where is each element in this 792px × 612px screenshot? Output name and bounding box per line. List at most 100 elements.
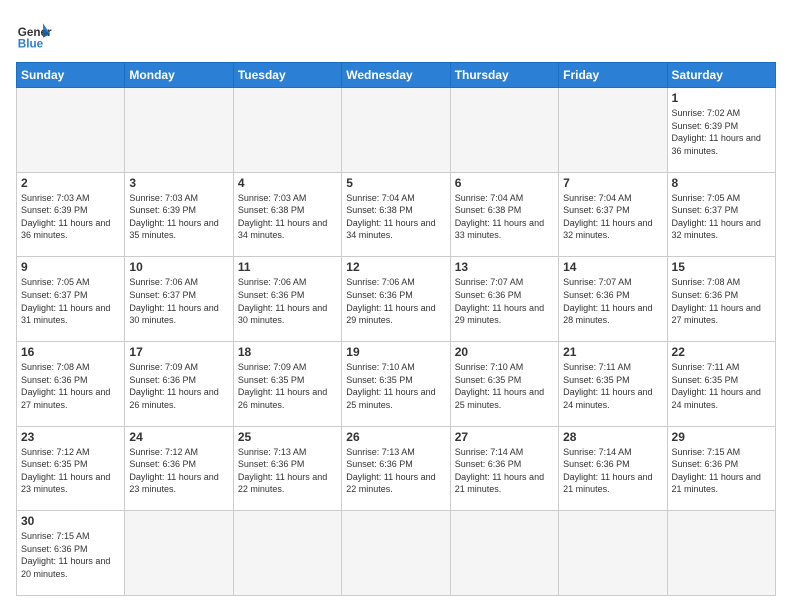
day-number: 23 [21, 430, 120, 444]
day-number: 21 [563, 345, 662, 359]
calendar-week-row: 2Sunrise: 7:03 AMSunset: 6:39 PMDaylight… [17, 172, 776, 257]
cell-info: Sunrise: 7:08 AMSunset: 6:36 PMDaylight:… [21, 361, 120, 411]
calendar-cell: 17Sunrise: 7:09 AMSunset: 6:36 PMDayligh… [125, 341, 233, 426]
day-number: 29 [672, 430, 771, 444]
cell-info: Sunrise: 7:11 AMSunset: 6:35 PMDaylight:… [563, 361, 662, 411]
cell-info: Sunrise: 7:09 AMSunset: 6:36 PMDaylight:… [129, 361, 228, 411]
calendar-cell: 13 Sunrise: 7:07 AMSunset: 6:36 PMDayligh… [450, 257, 558, 342]
calendar-cell [559, 88, 667, 173]
cell-info: Sunrise: 7:06 AMSunset: 6:36 PMDaylight:… [346, 276, 445, 326]
calendar-cell [559, 511, 667, 596]
cell-info: Sunrise: 7:09 AMSunset: 6:35 PMDaylight:… [238, 361, 337, 411]
cell-info: Sunrise: 7:08 AMSunset: 6:36 PMDaylight:… [672, 276, 771, 326]
calendar-cell [450, 88, 558, 173]
calendar-cell: 11Sunrise: 7:06 AMSunset: 6:36 PMDayligh… [233, 257, 341, 342]
calendar-cell [342, 511, 450, 596]
cell-info: Sunrise: 7:11 AMSunset: 6:35 PMDaylight:… [672, 361, 771, 411]
calendar-cell: 8Sunrise: 7:05 AMSunset: 6:37 PMDaylight… [667, 172, 775, 257]
calendar-cell: 24Sunrise: 7:12 AMSunset: 6:36 PMDayligh… [125, 426, 233, 511]
day-number: 4 [238, 176, 337, 190]
calendar-cell: 27 Sunrise: 7:14 AMSunset: 6:36 PMDayligh… [450, 426, 558, 511]
col-monday: Monday [125, 63, 233, 88]
day-number: 9 [21, 260, 120, 274]
cell-info: Sunrise: 7:04 AMSunset: 6:38 PMDaylight:… [455, 192, 554, 242]
day-number: 19 [346, 345, 445, 359]
cell-info: Sunrise: 7:05 AMSunset: 6:37 PMDaylight:… [21, 276, 120, 326]
calendar: Sunday Monday Tuesday Wednesday Thursday… [16, 62, 776, 596]
day-number: 22 [672, 345, 771, 359]
header: General Blue [16, 16, 776, 52]
calendar-cell: 14 Sunrise: 7:07 AMSunset: 6:36 PMDayligh… [559, 257, 667, 342]
day-number: 16 [21, 345, 120, 359]
cell-info: Sunrise: 7:10 AMSunset: 6:35 PMDaylight:… [455, 361, 554, 411]
calendar-cell: 25 Sunrise: 7:13 AMSunset: 6:36 PMDayligh… [233, 426, 341, 511]
cell-info: Sunrise: 7:02 AMSunset: 6:39 PMDaylight:… [672, 107, 771, 157]
cell-info: Sunrise: 7:03 AMSunset: 6:39 PMDaylight:… [21, 192, 120, 242]
col-thursday: Thursday [450, 63, 558, 88]
cell-info: Sunrise: 7:07 AMSunset: 6:36 PMDaylight:… [455, 276, 554, 326]
day-number: 10 [129, 260, 228, 274]
calendar-cell: 28Sunrise: 7:14 AMSunset: 6:36 PMDayligh… [559, 426, 667, 511]
calendar-cell: 7 Sunrise: 7:04 AMSunset: 6:37 PMDaylight… [559, 172, 667, 257]
calendar-week-row: 30Sunrise: 7:15 AMSunset: 6:36 PMDayligh… [17, 511, 776, 596]
calendar-cell: 26 Sunrise: 7:13 AMSunset: 6:36 PMDayligh… [342, 426, 450, 511]
cell-info: Sunrise: 7:03 AMSunset: 6:38 PMDaylight:… [238, 192, 337, 242]
cell-info: Sunrise: 7:13 AMSunset: 6:36 PMDaylight:… [346, 446, 445, 496]
calendar-cell: 19 Sunrise: 7:10 AMSunset: 6:35 PMDayligh… [342, 341, 450, 426]
day-number: 7 [563, 176, 662, 190]
calendar-cell: 23Sunrise: 7:12 AMSunset: 6:35 PMDayligh… [17, 426, 125, 511]
calendar-cell: 22 Sunrise: 7:11 AMSunset: 6:35 PMDayligh… [667, 341, 775, 426]
calendar-cell: 5Sunrise: 7:04 AMSunset: 6:38 PMDaylight… [342, 172, 450, 257]
col-friday: Friday [559, 63, 667, 88]
day-number: 24 [129, 430, 228, 444]
calendar-cell: 15 Sunrise: 7:08 AMSunset: 6:36 PMDayligh… [667, 257, 775, 342]
calendar-cell: 18 Sunrise: 7:09 AMSunset: 6:35 PMDayligh… [233, 341, 341, 426]
calendar-cell [17, 88, 125, 173]
calendar-week-row: 1 Sunrise: 7:02 AMSunset: 6:39 PMDaylight… [17, 88, 776, 173]
day-number: 20 [455, 345, 554, 359]
calendar-cell: 3Sunrise: 7:03 AMSunset: 6:39 PMDaylight… [125, 172, 233, 257]
cell-info: Sunrise: 7:14 AMSunset: 6:36 PMDaylight:… [455, 446, 554, 496]
day-number: 12 [346, 260, 445, 274]
col-sunday: Sunday [17, 63, 125, 88]
calendar-cell [450, 511, 558, 596]
calendar-week-row: 16 Sunrise: 7:08 AMSunset: 6:36 PMDayligh… [17, 341, 776, 426]
calendar-cell: 12 Sunrise: 7:06 AMSunset: 6:36 PMDayligh… [342, 257, 450, 342]
day-number: 14 [563, 260, 662, 274]
day-number: 30 [21, 514, 120, 528]
calendar-cell [233, 511, 341, 596]
calendar-cell: 6 Sunrise: 7:04 AMSunset: 6:38 PMDaylight… [450, 172, 558, 257]
calendar-cell: 10Sunrise: 7:06 AMSunset: 6:37 PMDayligh… [125, 257, 233, 342]
day-number: 15 [672, 260, 771, 274]
day-number: 13 [455, 260, 554, 274]
day-number: 5 [346, 176, 445, 190]
calendar-cell [125, 88, 233, 173]
day-number: 3 [129, 176, 228, 190]
calendar-week-row: 23Sunrise: 7:12 AMSunset: 6:35 PMDayligh… [17, 426, 776, 511]
day-number: 6 [455, 176, 554, 190]
calendar-cell: 16 Sunrise: 7:08 AMSunset: 6:36 PMDayligh… [17, 341, 125, 426]
calendar-cell: 2Sunrise: 7:03 AMSunset: 6:39 PMDaylight… [17, 172, 125, 257]
cell-info: Sunrise: 7:10 AMSunset: 6:35 PMDaylight:… [346, 361, 445, 411]
cell-info: Sunrise: 7:15 AMSunset: 6:36 PMDaylight:… [672, 446, 771, 496]
cell-info: Sunrise: 7:13 AMSunset: 6:36 PMDaylight:… [238, 446, 337, 496]
day-number: 27 [455, 430, 554, 444]
cell-info: Sunrise: 7:07 AMSunset: 6:36 PMDaylight:… [563, 276, 662, 326]
col-wednesday: Wednesday [342, 63, 450, 88]
day-number: 8 [672, 176, 771, 190]
day-number: 11 [238, 260, 337, 274]
calendar-cell [233, 88, 341, 173]
day-number: 18 [238, 345, 337, 359]
col-tuesday: Tuesday [233, 63, 341, 88]
calendar-header-row: Sunday Monday Tuesday Wednesday Thursday… [17, 63, 776, 88]
day-number: 25 [238, 430, 337, 444]
calendar-cell: 21 Sunrise: 7:11 AMSunset: 6:35 PMDayligh… [559, 341, 667, 426]
day-number: 1 [672, 91, 771, 105]
day-number: 26 [346, 430, 445, 444]
svg-text:Blue: Blue [18, 38, 44, 51]
calendar-cell: 9 Sunrise: 7:05 AMSunset: 6:37 PMDaylight… [17, 257, 125, 342]
cell-info: Sunrise: 7:04 AMSunset: 6:37 PMDaylight:… [563, 192, 662, 242]
cell-info: Sunrise: 7:14 AMSunset: 6:36 PMDaylight:… [563, 446, 662, 496]
calendar-cell [125, 511, 233, 596]
calendar-cell [667, 511, 775, 596]
